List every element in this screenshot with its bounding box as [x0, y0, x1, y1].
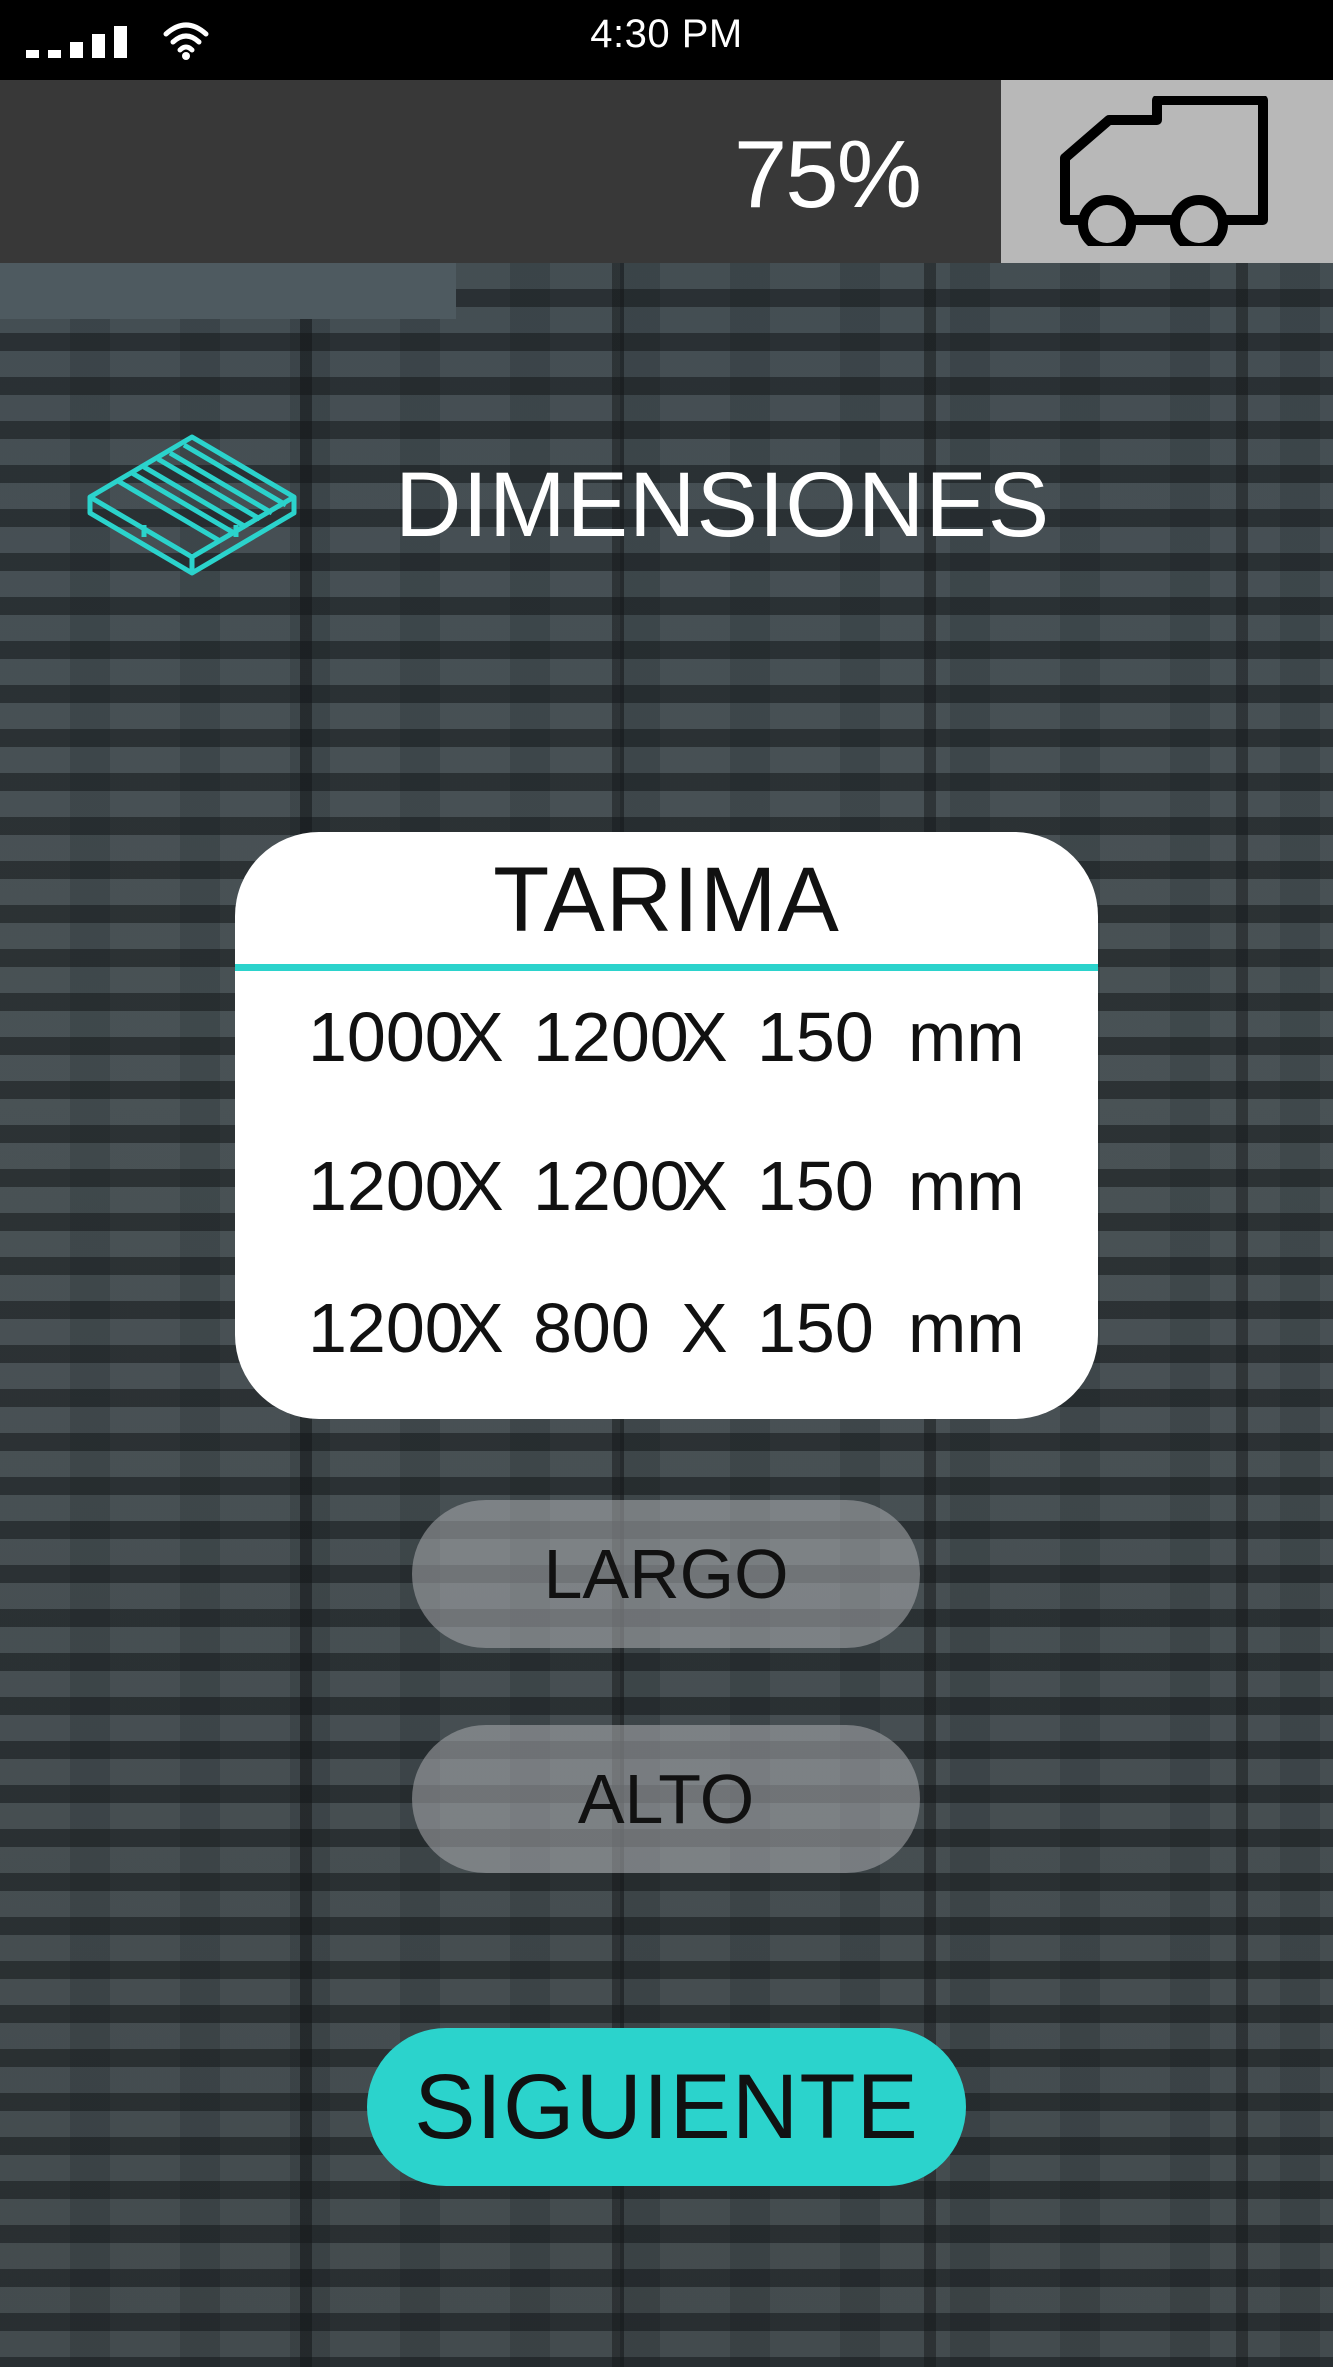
dimension-separator: X — [681, 1289, 728, 1367]
dimension-length: 1200 — [308, 1289, 464, 1367]
largo-button[interactable]: LARGO — [412, 1500, 920, 1648]
dimension-width: 800 — [533, 1289, 650, 1367]
alto-button[interactable]: ALTO — [412, 1725, 920, 1873]
dimension-height: 150 — [757, 998, 874, 1076]
dimension-separator: X — [457, 998, 504, 1076]
dimension-width: 1200 — [533, 998, 689, 1076]
next-button[interactable]: SIGUIENTE — [367, 2028, 966, 2186]
dimension-separator: X — [457, 1289, 504, 1367]
dimension-height: 150 — [757, 1289, 874, 1367]
dimension-unit: mm — [908, 1289, 1025, 1367]
status-bar: 4:30 PM — [0, 0, 1333, 80]
top-header: 75% — [0, 80, 1333, 263]
dimension-height: 150 — [757, 1147, 874, 1225]
dimension-option-3[interactable]: 1200 X 800 X 150 mm — [235, 1288, 1098, 1388]
pallet-icon — [87, 434, 297, 576]
dimensions-card: TARIMA 1000 X 1200 X 150 mm 1200 X 1200 … — [235, 832, 1098, 1419]
card-divider — [235, 964, 1098, 971]
card-title: TARIMA — [493, 849, 840, 951]
dimension-unit: mm — [908, 1147, 1025, 1225]
dimension-separator: X — [681, 1147, 728, 1225]
truck-button[interactable] — [1001, 80, 1333, 263]
dimension-width: 1200 — [533, 1147, 689, 1225]
dimension-separator: X — [457, 1147, 504, 1225]
section-header: DIMENSIONES — [86, 433, 1236, 583]
dimension-unit: mm — [908, 998, 1025, 1076]
dimension-length: 1200 — [308, 1147, 464, 1225]
section-title: DIMENSIONES — [395, 454, 1051, 556]
truck-icon — [1060, 96, 1268, 246]
dimension-separator: X — [681, 998, 728, 1076]
dimension-length: 1000 — [308, 998, 464, 1076]
progress-percentage: 75% — [733, 121, 922, 228]
status-time: 4:30 PM — [590, 12, 743, 56]
dimension-option-2[interactable]: 1200 X 1200 X 150 mm — [235, 1146, 1098, 1246]
dimension-option-1[interactable]: 1000 X 1200 X 150 mm — [235, 997, 1098, 1097]
